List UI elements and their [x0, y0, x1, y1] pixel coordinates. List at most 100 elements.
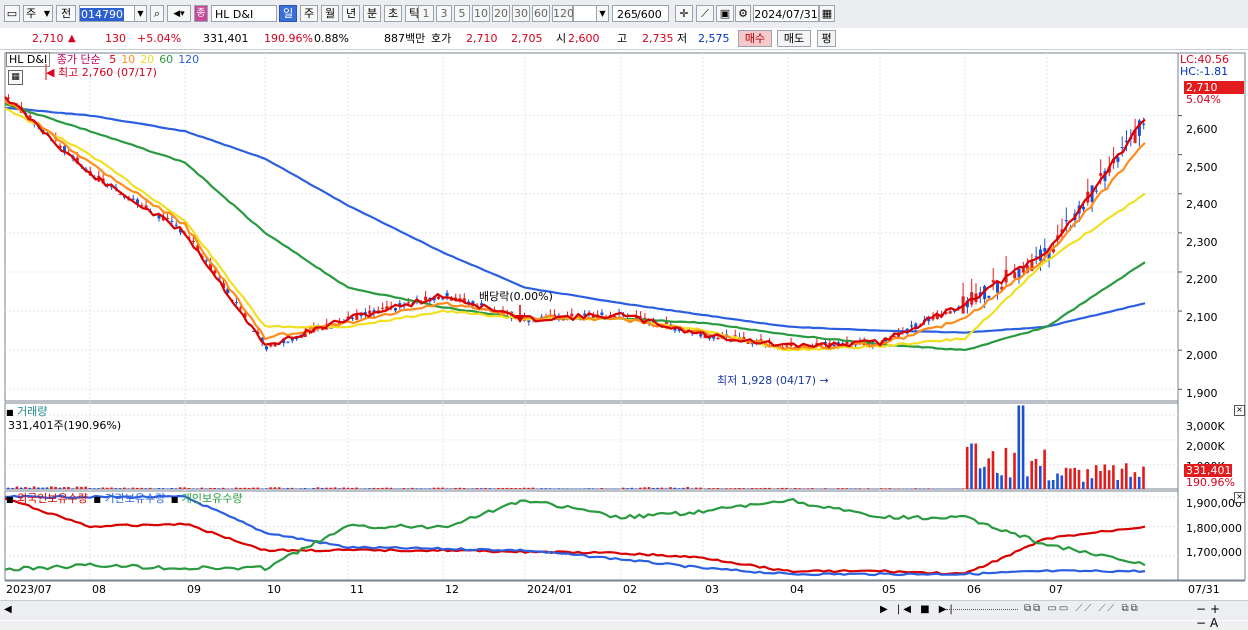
- period-tab-3[interactable]: 년: [342, 5, 360, 22]
- volume-bar: [1035, 459, 1038, 489]
- candle-body: [1043, 248, 1046, 252]
- buy-button[interactable]: 매수: [738, 30, 772, 47]
- up-arrow-icon: ▲: [68, 31, 76, 46]
- interval-dropdown-icon[interactable]: ▼: [596, 5, 609, 22]
- volume-bar: [1138, 477, 1141, 489]
- period-dropdown[interactable]: 주▼: [23, 5, 53, 22]
- candle-body: [424, 297, 427, 301]
- volume-bar: [678, 488, 681, 489]
- volume-bar: [72, 488, 75, 489]
- period-tab-4[interactable]: 분: [363, 5, 381, 22]
- candle-body: [600, 313, 603, 315]
- volume-bar: [330, 488, 333, 489]
- candle-body: [381, 308, 384, 309]
- volume-bar: [514, 488, 517, 489]
- period-tab-5[interactable]: 초: [384, 5, 402, 22]
- zoom-icons[interactable]: −+−A: [1196, 602, 1248, 630]
- candle-body: [235, 302, 238, 303]
- volume-bar: [897, 488, 900, 489]
- interval-button-3[interactable]: 3: [436, 5, 452, 22]
- count-input[interactable]: 265: [612, 5, 638, 22]
- volume-bar: [411, 488, 414, 489]
- interval-button-30[interactable]: 30: [512, 5, 530, 22]
- volume-bar: [970, 444, 973, 489]
- search-icon[interactable]: ⌕: [150, 5, 164, 22]
- volume-bar: [712, 488, 715, 489]
- bottom-scrollbar[interactable]: ◀ ▶ |◀ ■ ▶| ⧉⧉ ▭▭ ⟋⟋ ⟋⟋ ⧉⧉ −+−A: [0, 600, 1248, 620]
- volume-bar: [1134, 472, 1137, 489]
- volume-bar: [385, 488, 388, 489]
- period-tab-0[interactable]: 일: [279, 5, 297, 22]
- volume-bar: [37, 487, 40, 489]
- volume-bar: [299, 488, 302, 489]
- volume-bar: [1108, 470, 1111, 489]
- stock-name-field[interactable]: HL D&I: [211, 5, 277, 22]
- save-icon[interactable]: ▣: [716, 5, 734, 22]
- interval-button-10[interactable]: 10: [472, 5, 490, 22]
- zoom-slider[interactable]: [946, 609, 1018, 612]
- volume-bar: [1039, 466, 1042, 489]
- gear-icon[interactable]: ⚙: [735, 5, 751, 22]
- draw-line-icon[interactable]: ⟋: [696, 5, 714, 22]
- chart-area[interactable]: HL D&I 종가 단순 5102060120 ▦ ◀ 최고 2,760 (07…: [0, 50, 1248, 621]
- y-tick-label: 1,900: [1186, 387, 1218, 400]
- candle-body: [785, 346, 788, 347]
- tool-icons[interactable]: ⧉⧉ ▭▭ ⟋⟋ ⟋⟋ ⧉⧉: [1024, 603, 1140, 614]
- x-tick-label: 07: [1049, 583, 1063, 596]
- code-input[interactable]: 014790: [79, 5, 135, 22]
- volume-bar: [1052, 480, 1055, 489]
- volume-bar: [729, 488, 732, 489]
- interval-button-60[interactable]: 60: [532, 5, 550, 22]
- eval-button[interactable]: 평: [817, 30, 836, 47]
- volume-title-text: 거래량: [17, 405, 47, 418]
- candle-body: [368, 311, 371, 315]
- dividend-annotation: 배당락(0.00%): [479, 290, 553, 303]
- volume-bar: [755, 488, 758, 489]
- speaker-icon[interactable]: ◀▾: [167, 5, 191, 22]
- crosshair-icon[interactable]: ✛: [675, 5, 693, 22]
- volume-bar: [342, 487, 345, 489]
- table-icon[interactable]: ▦: [8, 70, 23, 85]
- period-tab-1[interactable]: 주: [300, 5, 318, 22]
- scroll-left-icon[interactable]: ◀: [4, 604, 12, 615]
- calendar-icon[interactable]: ▦: [819, 5, 835, 22]
- sell-button[interactable]: 매도: [777, 30, 811, 47]
- holdings-close-icon[interactable]: ×: [1234, 492, 1245, 503]
- interval-button-1[interactable]: 1: [418, 5, 434, 22]
- window-icon[interactable]: ▭: [4, 5, 20, 22]
- candle-body: [170, 221, 173, 222]
- chart-canvas[interactable]: [0, 50, 1248, 621]
- volume-bar: [1043, 450, 1046, 489]
- volume-bar: [351, 488, 354, 489]
- interval-button-5[interactable]: 5: [454, 5, 470, 22]
- volume-bar: [493, 488, 496, 489]
- date-input[interactable]: 2024/07/31: [753, 5, 819, 22]
- volume-bar: [145, 488, 148, 489]
- candle-body: [437, 297, 440, 299]
- volume-bar: [695, 488, 698, 489]
- volume-bar: [1065, 468, 1068, 489]
- volume-bar: [889, 488, 892, 489]
- volume-bar: [489, 488, 492, 489]
- code-dropdown-icon[interactable]: ▼: [134, 5, 147, 22]
- volume-bar: [996, 473, 999, 489]
- ma-period-5: 5: [109, 53, 116, 66]
- volume-bar: [975, 444, 978, 489]
- playback-controls[interactable]: ▶ |◀ ■ ▶|: [880, 604, 956, 615]
- volume-bar: [213, 488, 216, 489]
- ma-period-10: 10: [121, 53, 135, 66]
- volume-bar: [183, 487, 186, 489]
- volume-bar: [295, 488, 298, 489]
- interval-button-20[interactable]: 20: [492, 5, 510, 22]
- volume-bar: [140, 488, 143, 489]
- volume-bar: [648, 487, 651, 489]
- y-tick-label: 3,000K: [1186, 420, 1225, 433]
- volume-bar: [1142, 467, 1145, 489]
- candle-body: [1013, 272, 1016, 278]
- interval-button-120[interactable]: 120: [552, 5, 573, 22]
- ma-periods: 5102060120: [104, 53, 199, 66]
- candle-body: [1095, 191, 1098, 192]
- volume-close-icon[interactable]: ×: [1234, 405, 1245, 416]
- period-tab-2[interactable]: 월: [321, 5, 339, 22]
- prev-button[interactable]: 전: [56, 5, 76, 22]
